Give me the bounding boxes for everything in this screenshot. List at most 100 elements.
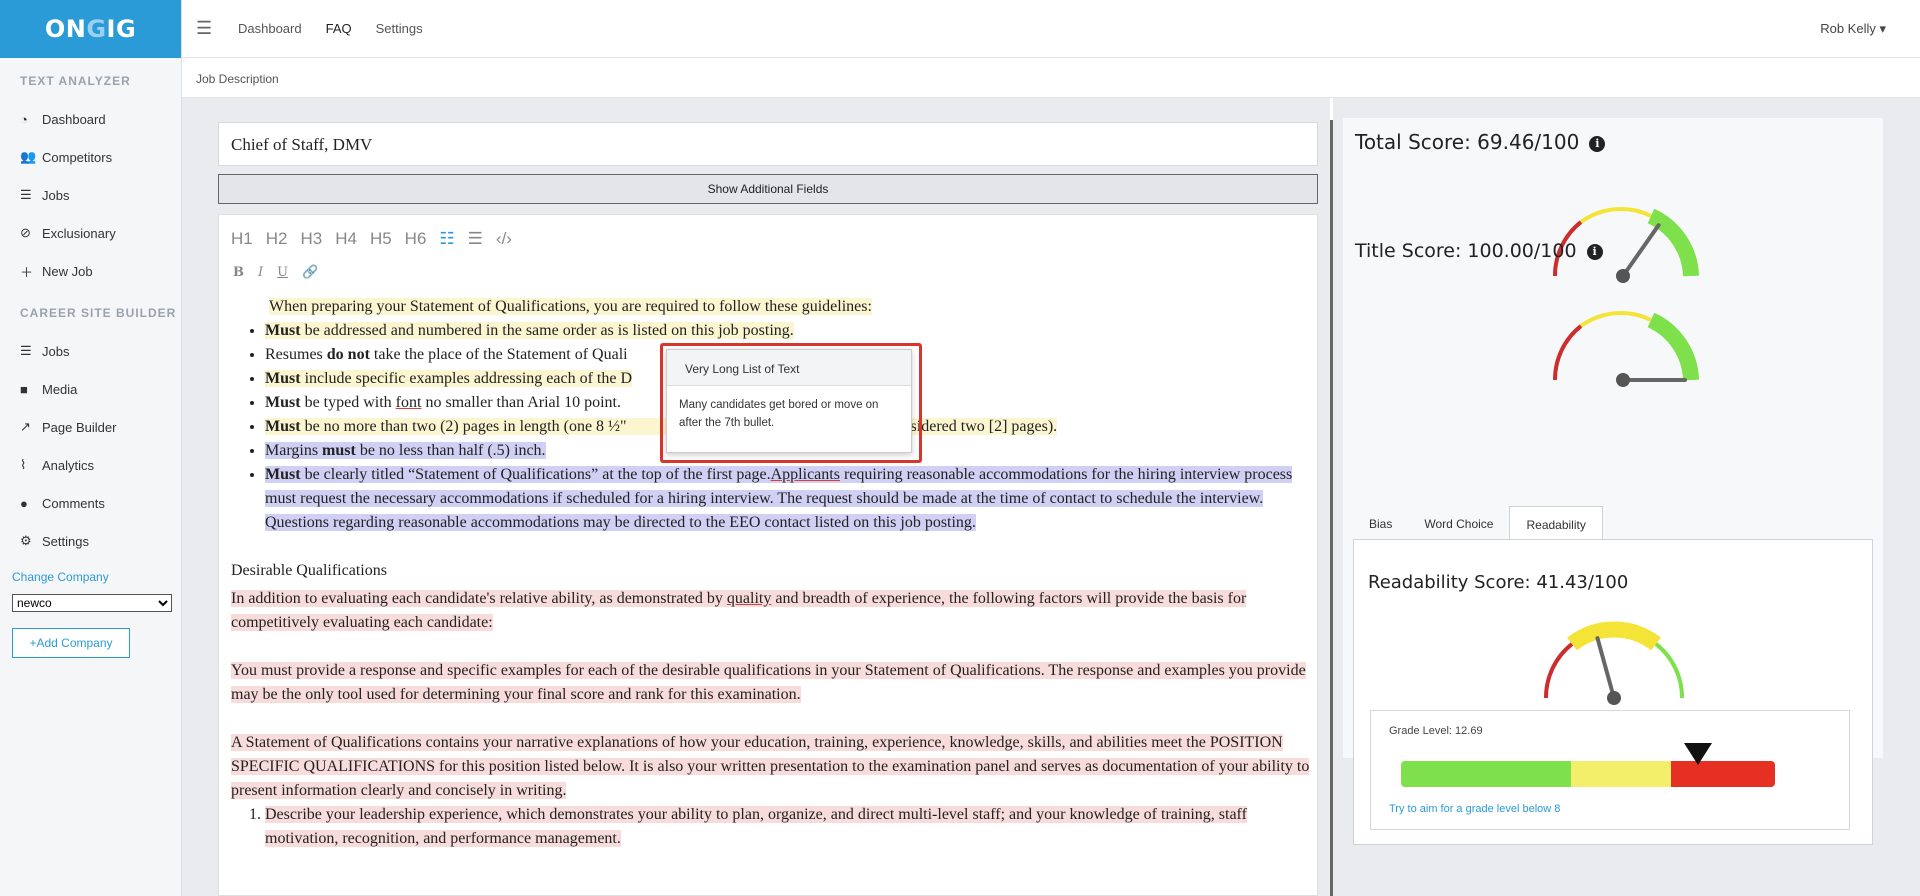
sidebar-item-label: Media (42, 381, 78, 397)
logo-text-ig: IG (106, 15, 137, 43)
nav-settings[interactable]: Settings (376, 21, 423, 36)
paragraph-text: You must provide a response and specific… (231, 662, 1306, 703)
sidebar-item-label: Page Builder (42, 419, 117, 435)
job-title-input[interactable]: Chief of Staff, DMV (218, 122, 1318, 166)
h6-button[interactable]: H6 (405, 229, 427, 249)
nav-faq[interactable]: FAQ (326, 21, 352, 36)
flagged-word[interactable]: quality (727, 590, 771, 607)
sidebar-item-settings[interactable]: ⚙ Settings (0, 522, 181, 560)
h2-button[interactable]: H2 (266, 229, 288, 249)
editor-toolbar-format: B I U 🔗 (233, 265, 318, 280)
grade-bar-green (1401, 761, 1571, 787)
sidebar-item-comments[interactable]: ● Comments (0, 484, 181, 522)
readability-gauge (1543, 621, 1685, 705)
change-company-link[interactable]: Change Company (0, 560, 181, 590)
total-score-label: Total Score: 69.46/100 (1355, 130, 1580, 154)
info-icon[interactable]: i (1586, 243, 1603, 260)
title-score-gauge (1552, 311, 1699, 387)
hamburger-menu-icon[interactable]: ☰ (196, 18, 214, 39)
sidebar-item-label: Exclusionary (42, 225, 116, 241)
top-navbar: ☰ Dashboard FAQ Settings Rob Kelly ▾ (182, 0, 1920, 58)
line-chart-icon: ⌇ (20, 457, 27, 472)
list-item-text: no smaller than Arial 10 point. (421, 394, 621, 411)
ongig-logo[interactable]: ON G IG (0, 0, 181, 58)
tab-readability[interactable]: Readability (1509, 506, 1603, 540)
h5-button[interactable]: H5 (370, 229, 392, 249)
gauge-needle (1595, 636, 1616, 700)
desirable-heading: Desirable Qualifications (231, 562, 387, 579)
link-icon[interactable]: 🔗 (302, 265, 318, 280)
rich-text-editor[interactable]: H1 H2 H3 H4 H5 H6 ☷ ☰ ‹/› B I U 🔗 When p… (218, 214, 1318, 896)
strong-text: Must (265, 394, 301, 411)
add-company-button[interactable]: +Add Company (12, 628, 130, 658)
sidebar-item-media[interactable]: ■ Media (0, 370, 181, 408)
popover-title: Very Long List of Text (667, 350, 911, 386)
logo-text-on: ON (44, 15, 87, 43)
h3-button[interactable]: H3 (300, 229, 322, 249)
strong-text: Must (265, 370, 301, 387)
readability-panel: Readability Score: 41.43/100 Grade Level… (1353, 539, 1873, 845)
list-icon: ☰ (20, 343, 32, 358)
sidebar-item-analytics[interactable]: ⌇ Analytics (0, 446, 181, 484)
qualifications-list: Describe your leadership experience, whi… (231, 803, 1311, 851)
ban-icon: ⊘ (20, 225, 31, 240)
flagged-word[interactable]: Applicants (771, 466, 840, 483)
list-item-text: take the place of the Statement of Quali (369, 346, 628, 363)
sidebar-item-label: Dashboard (42, 111, 106, 127)
bullet-list-icon[interactable]: ☷ (439, 229, 454, 249)
list-item-text: be typed with (300, 394, 396, 411)
list-item-text: Margins (265, 442, 323, 459)
info-icon[interactable]: i (1589, 135, 1606, 152)
logo-text-g: G (86, 15, 107, 43)
popover-body: Many candidates get bored or move on aft… (679, 399, 879, 429)
gear-icon: ⚙ (20, 533, 32, 548)
underline-button[interactable]: U (277, 265, 288, 280)
strong-text: Must (265, 466, 301, 483)
flagged-word[interactable]: font (396, 394, 422, 411)
sidebar-item-competitors[interactable]: 👥 Competitors (0, 138, 181, 176)
numbered-list-icon[interactable]: ☰ (468, 229, 483, 249)
editor-area: Chief of Staff, DMV Show Additional Fiel… (182, 98, 1330, 896)
sidebar-item-exclusionary[interactable]: ⊘ Exclusionary (0, 214, 181, 252)
tab-bias[interactable]: Bias (1353, 506, 1408, 540)
h1-button[interactable]: H1 (231, 229, 253, 249)
text-analyzer-heading: TEXT ANALYZER (20, 74, 131, 88)
user-menu[interactable]: Rob Kelly ▾ (1820, 21, 1886, 37)
bold-button[interactable]: B (233, 265, 244, 280)
h4-button[interactable]: H4 (335, 229, 357, 249)
company-select[interactable]: newco (12, 594, 172, 612)
intro-paragraph: When preparing your Statement of Qualifi… (231, 295, 1311, 319)
gauge-needle (1621, 223, 1661, 278)
paragraph: A Statement of Qualifications contains y… (231, 731, 1311, 803)
sidebar-item-label: Settings (42, 533, 89, 549)
list-item: Must be clearly titled “Statement of Qua… (265, 463, 1311, 535)
gauge-green-arc (1647, 312, 1699, 381)
list-item-text: be addressed and numbered in the same or… (300, 322, 794, 339)
sidebar-item-jobs[interactable]: ☰ Jobs (0, 176, 181, 214)
gauge-hub (1616, 373, 1630, 387)
list-item-text: be no less than half (.5) inch. (355, 442, 546, 459)
paragraph-text: In addition to evaluating each candidate… (231, 590, 727, 607)
title-score-title: Title Score: 100.00/100 i (1355, 240, 1603, 262)
suggestion-popover[interactable]: Very Long List of Text Many candidates g… (666, 349, 912, 453)
strong-text: do not (326, 346, 370, 363)
gauge-red-arc (1543, 642, 1574, 699)
italic-button[interactable]: I (258, 265, 263, 280)
show-additional-fields-button[interactable]: Show Additional Fields (218, 174, 1318, 204)
tab-word-choice[interactable]: Word Choice (1408, 506, 1509, 540)
sidebar-item-label: Competitors (42, 149, 113, 165)
grade-level-box: Grade Level: 12.69 Try to aim for a grad… (1370, 710, 1850, 830)
code-icon[interactable]: ‹/› (496, 229, 512, 249)
sidebar-item-page-builder[interactable]: ↗ Page Builder (0, 408, 181, 446)
paragraph: You must provide a response and specific… (231, 659, 1311, 707)
comment-icon: ● (20, 495, 28, 511)
gauge-yellow-arc (1567, 621, 1661, 651)
sidebar-item-label: Comments (42, 495, 105, 511)
nav-dashboard[interactable]: Dashboard (238, 21, 302, 36)
sidebar-item-dashboard[interactable]: ◔ Dashboard (0, 100, 181, 138)
paragraph-text: A Statement of Qualifications contains y… (231, 734, 1310, 799)
tachometer-icon: ◔ (20, 111, 28, 127)
sidebar-item-new-job[interactable]: ＋ New Job (0, 252, 181, 290)
sidebar-item-career-jobs[interactable]: ☰ Jobs (0, 332, 181, 370)
strong-text: Must (265, 418, 301, 435)
